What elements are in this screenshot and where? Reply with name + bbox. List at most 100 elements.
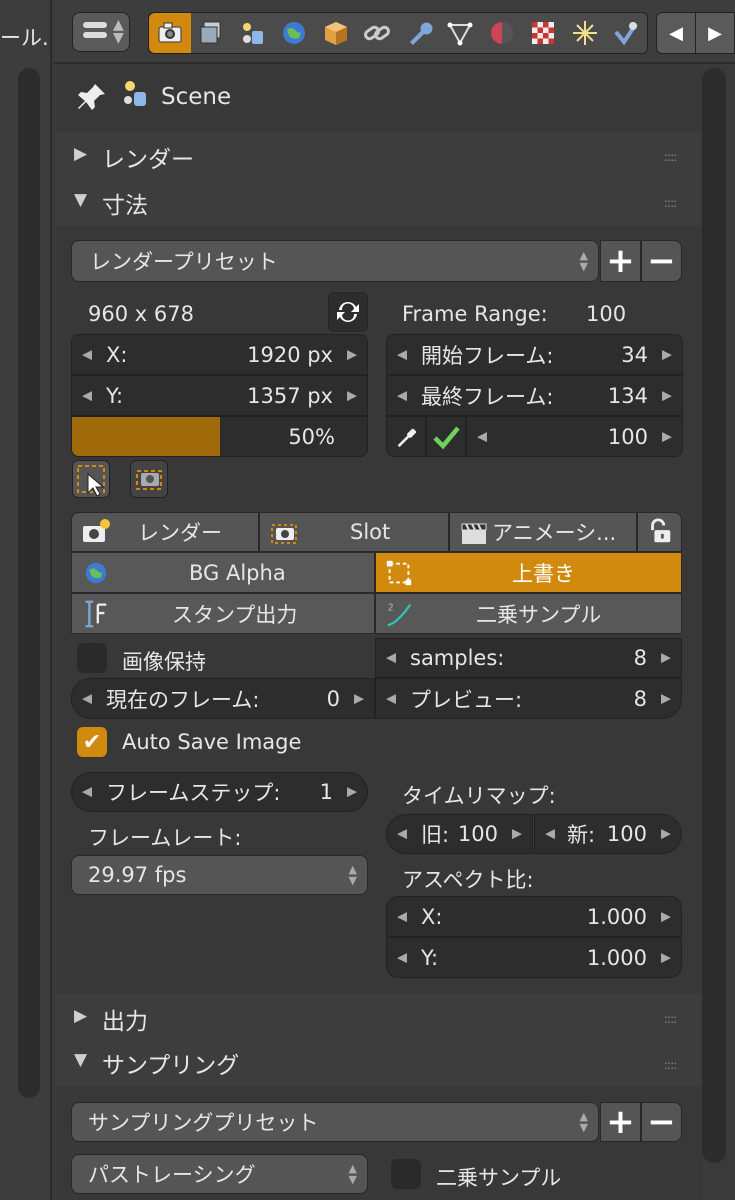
integrator-menu[interactable]: パストレーシング ▲ ▼ [71,1154,368,1194]
decrement-arrow-icon[interactable]: ◀ [386,651,396,666]
increment-arrow-icon[interactable]: ▶ [662,347,672,362]
scroll-right-button[interactable]: ▶ [696,13,734,53]
aspect-y-field[interactable]: ◀ Y: 1.000 ▶ [386,937,682,978]
remove-sampling-preset-button[interactable]: − [641,1102,682,1142]
drag-grip-icon[interactable]: :::: [664,1058,677,1072]
tab-scene[interactable] [232,13,274,53]
increment-arrow-icon[interactable]: ▶ [661,651,671,666]
render-preset-menu[interactable]: レンダープリセット ▲ ▼ [71,240,599,282]
tab-particles[interactable] [564,13,606,53]
frame-end-field[interactable]: ◀ 最終フレーム: 134 ▶ [386,375,683,416]
decrement-arrow-icon[interactable]: ◀ [82,388,92,403]
resolution-y-field[interactable]: ◀ Y: 1357 px ▶ [71,375,368,416]
tab-material[interactable] [481,13,523,53]
samples-label: samples: [410,646,505,670]
tab-physics[interactable] [606,13,648,53]
sampling-preset-menu[interactable]: サンプリングプリセット ▲ ▼ [71,1102,599,1142]
increment-arrow-icon[interactable]: ▶ [662,388,672,403]
decrement-arrow-icon[interactable]: ◀ [397,388,407,403]
tab-world[interactable] [274,13,316,53]
increment-arrow-icon[interactable]: ▶ [347,347,357,362]
increment-arrow-icon[interactable]: ▶ [662,429,672,444]
tab-animation[interactable]: アニメーシ... [449,512,637,552]
add-preset-button[interactable]: + [600,240,641,282]
drag-grip-icon[interactable]: :::: [664,1012,677,1026]
minus-icon: − [647,1102,676,1142]
tab-modifiers[interactable] [398,13,440,53]
editor-type-button[interactable]: ▲ ▼ [72,12,130,52]
use-preview-range-toggle[interactable] [426,416,466,457]
cube-icon [324,22,347,45]
collapse-triangle-icon: ▶ [74,1006,88,1026]
frame-rate-menu[interactable]: 29.97 fps ▲ ▼ [71,855,368,895]
bg-alpha-button[interactable]: BG Alpha [71,552,375,593]
tab-data[interactable] [440,13,482,53]
sampling-square-checkbox[interactable] [391,1159,421,1189]
tab-object[interactable] [315,13,357,53]
scroll-left-button[interactable]: ◀ [657,13,696,53]
decrement-arrow-icon[interactable]: ◀ [386,691,396,706]
decrement-arrow-icon[interactable]: ◀ [397,950,407,965]
increment-arrow-icon[interactable]: ▶ [661,827,671,842]
tab-render[interactable] [149,13,191,53]
crop-to-border-button[interactable] [130,460,168,498]
frame-rate-value: 29.97 fps [88,863,187,887]
expand-triangle-icon: ▼ [74,1050,88,1070]
increment-arrow-icon[interactable]: ▶ [661,950,671,965]
drag-grip-icon[interactable]: :::: [664,150,677,164]
current-frame-field[interactable]: ◀ 現在のフレーム: 0 ▶ [71,678,375,719]
resolution-x-field[interactable]: ◀ X: 1920 px ▶ [71,334,368,375]
overwrite-toggle[interactable]: 上書き [375,552,682,593]
eyedropper-button[interactable] [386,416,426,457]
decrement-arrow-icon[interactable]: ◀ [82,785,92,800]
tab-render-layers[interactable] [191,13,233,53]
remove-preset-button[interactable]: − [641,240,682,282]
preview-samples-field[interactable]: ◀ プレビュー: 8 ▶ [375,678,682,719]
remap-new-field[interactable]: ◀ 新: 100 ▶ [534,814,682,854]
increment-arrow-icon[interactable]: ▶ [512,827,522,842]
decrement-arrow-icon[interactable]: ◀ [82,347,92,362]
increment-arrow-icon[interactable]: ▶ [347,388,357,403]
decrement-arrow-icon[interactable]: ◀ [397,347,407,362]
resolution-percentage-slider[interactable]: 50% [71,416,368,457]
pin-icon[interactable] [75,80,109,114]
tab-constraints[interactable] [357,13,399,53]
tab-texture[interactable] [523,13,565,53]
decrement-arrow-icon[interactable]: ◀ [397,827,407,842]
border-select-button[interactable] [72,460,110,498]
overwrite-label: 上書き [512,561,575,586]
current-frame-value: 0 [326,686,340,711]
increment-arrow-icon[interactable]: ▶ [354,691,364,706]
swap-resolution-button[interactable] [328,292,368,332]
frame-step-field[interactable]: ◀ フレームステップ: 1 ▶ [71,772,368,812]
keep-image-checkbox[interactable] [77,643,107,673]
lock-interface-button[interactable] [637,512,682,552]
decrement-arrow-icon[interactable]: ◀ [397,909,407,924]
dimensions-section-header[interactable] [56,180,702,226]
square-samples-button[interactable]: 2 二乗サンプル [375,593,682,634]
increment-arrow-icon[interactable]: ▶ [661,909,671,924]
decrement-arrow-icon[interactable]: ◀ [545,827,555,842]
increment-arrow-icon[interactable]: ▶ [661,691,671,706]
drag-grip-icon[interactable]: :::: [664,196,677,210]
aspect-x-field[interactable]: ◀ X: 1.000 ▶ [386,896,682,937]
tab-slot-label: Slot [350,520,391,544]
render-camera-icon [83,519,110,542]
add-sampling-preset-button[interactable]: + [600,1102,641,1142]
samples-field[interactable]: ◀ samples: 8 ▶ [375,638,682,678]
properties-scrollbar[interactable] [702,68,726,1163]
tab-slot[interactable]: Slot [259,512,449,552]
decrement-arrow-icon[interactable]: ◀ [82,691,92,706]
tab-render-image[interactable]: レンダー [71,512,259,552]
stamp-output-button[interactable]: スタンプ出力 [71,593,375,634]
dimensions-section-title: 寸法 [102,193,148,219]
remap-old-field[interactable]: ◀ 旧: 100 ▶ [386,814,533,854]
increment-arrow-icon[interactable]: ▶ [347,785,357,800]
eyedropper-icon [397,428,416,447]
auto-save-checkbox[interactable]: ✔ [77,727,107,757]
left-scrollbar[interactable] [18,68,40,1098]
frame-start-field[interactable]: ◀ 開始フレーム: 34 ▶ [386,334,683,375]
output-section-header[interactable] [56,994,702,1040]
frame-step-range-field[interactable]: ◀ 100 ▶ [466,416,683,457]
decrement-arrow-icon[interactable]: ◀ [477,429,487,444]
